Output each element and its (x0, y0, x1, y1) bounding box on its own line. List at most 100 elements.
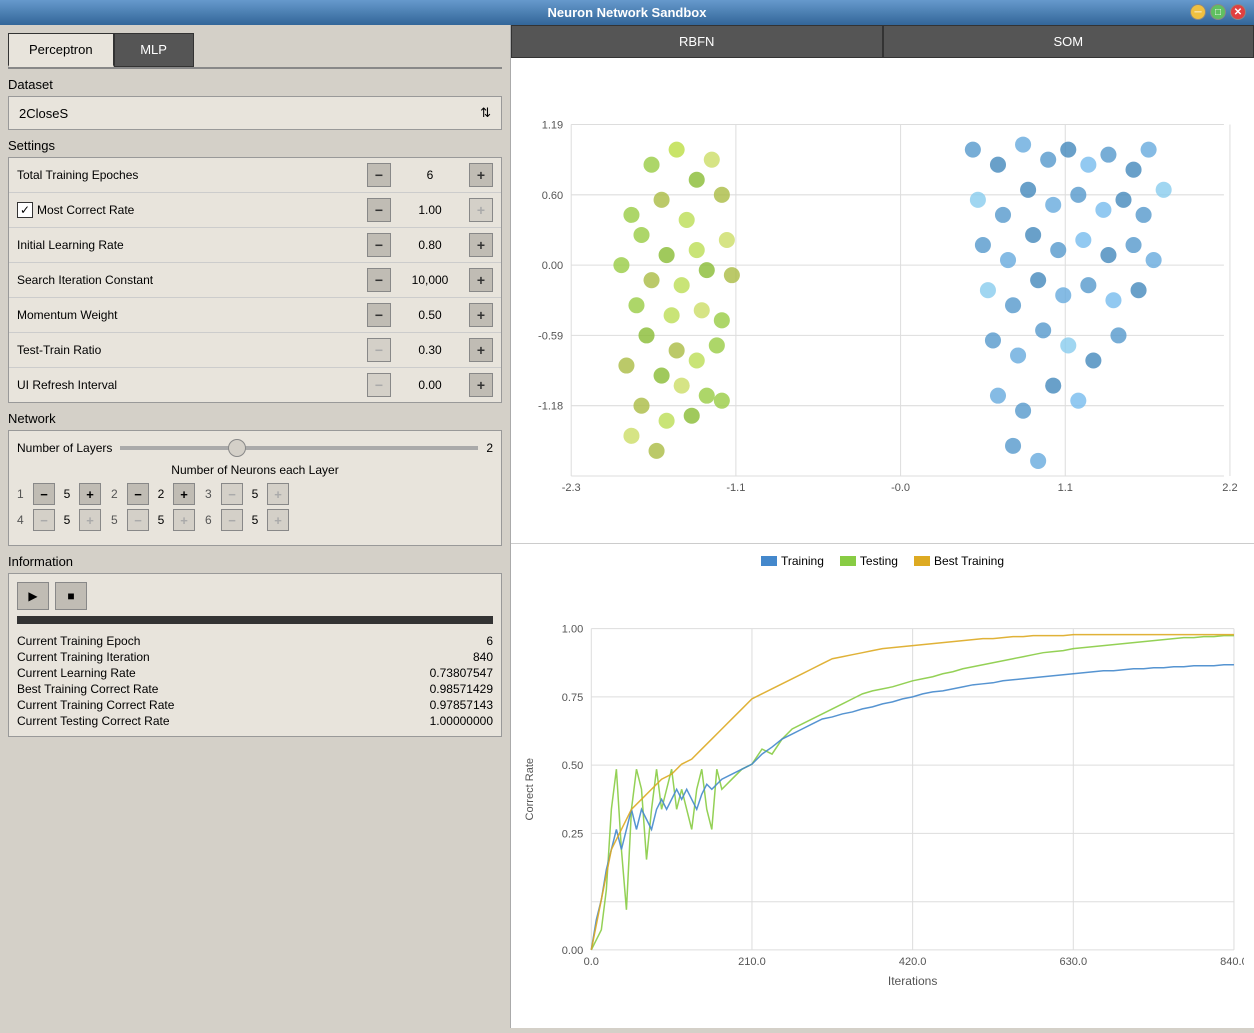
neuron-2-2-minus[interactable]: − (127, 509, 149, 531)
maximize-button[interactable]: □ (1210, 4, 1226, 20)
svg-text:1.1: 1.1 (1058, 482, 1073, 494)
legend-testing-label: Testing (860, 554, 898, 568)
tab-mlp[interactable]: MLP (114, 33, 194, 67)
scatter-chart: 1.19 0.60 0.00 -0.59 -1.18 -2.3 -1.1 -0.… (521, 68, 1244, 533)
line-panel: Training Testing Best Training (511, 544, 1254, 1029)
search-iteration-value: 10,000 (395, 273, 465, 287)
stat-label-best-training: Best Training Correct Rate (17, 682, 426, 696)
layers-slider-row: Number of Layers 2 (17, 441, 493, 455)
ui-refresh-plus-button[interactable]: + (469, 373, 493, 397)
neuron-2-2-plus[interactable]: + (173, 509, 195, 531)
neuron-group-1-2: − 2 + (127, 483, 195, 505)
neuron-1-1-plus[interactable]: + (79, 483, 101, 505)
neuron-1-2-plus[interactable]: + (173, 483, 195, 505)
stat-value-current-training: 0.97857143 (430, 698, 493, 712)
svg-text:630.0: 630.0 (1059, 955, 1087, 967)
neuron-2-1-minus[interactable]: − (33, 509, 55, 531)
neuron-1-2-minus[interactable]: − (127, 483, 149, 505)
svg-text:Correct Rate: Correct Rate (524, 757, 536, 820)
setting-label-correct-rate: ✓ Most Correct Rate (17, 202, 367, 218)
settings-box: Total Training Epoches − 6 + ✓ Most Corr… (8, 157, 502, 403)
neuron-2-3-minus[interactable]: − (221, 509, 243, 531)
momentum-minus-button[interactable]: − (367, 303, 391, 327)
setting-row-momentum: Momentum Weight − 0.50 + (9, 298, 501, 333)
neuron-1-3-minus[interactable]: − (221, 483, 243, 505)
title-bar: Neuron Network Sandbox ─ □ ✕ (0, 0, 1254, 25)
legend-testing: Testing (840, 554, 898, 568)
stop-button[interactable]: ■ (55, 582, 87, 610)
setting-label-epoches: Total Training Epoches (17, 168, 367, 182)
neuron-group-2-3: − 5 + (221, 509, 289, 531)
search-iteration-plus-button[interactable]: + (469, 268, 493, 292)
dataset-section-label: Dataset (8, 77, 502, 92)
search-iteration-minus-button[interactable]: − (367, 268, 391, 292)
correct-rate-minus-button[interactable]: − (367, 198, 391, 222)
epoches-plus-button[interactable]: + (469, 163, 493, 187)
playback-controls: ▶ ■ (17, 582, 493, 610)
tab-perceptron[interactable]: Perceptron (8, 33, 114, 67)
tab-rbfn[interactable]: RBFN (511, 25, 883, 58)
momentum-value: 0.50 (395, 308, 465, 322)
stat-value-learning-rate: 0.73807547 (430, 666, 493, 680)
checkbox-wrapper: ✓ Most Correct Rate (17, 202, 134, 218)
left-panel: Perceptron MLP Dataset 2CloseS ⇅ Setting… (0, 25, 510, 1028)
stat-value-epoch: 6 (430, 634, 493, 648)
close-button[interactable]: ✕ (1230, 4, 1246, 20)
svg-text:1.00: 1.00 (562, 623, 583, 635)
stat-label-current-training: Current Training Correct Rate (17, 698, 426, 712)
stat-label-epoch: Current Training Epoch (17, 634, 426, 648)
learning-rate-plus-button[interactable]: + (469, 233, 493, 257)
tab-som[interactable]: SOM (883, 25, 1254, 58)
epoches-minus-button[interactable]: − (367, 163, 391, 187)
stat-value-current-testing: 1.00000000 (430, 714, 493, 728)
setting-row-ui-refresh: UI Refresh Interval − 0.00 + (9, 368, 501, 402)
network-box: Number of Layers 2 Number of Neurons eac… (8, 430, 502, 546)
info-stats: Current Training Epoch 6 Current Trainin… (17, 634, 493, 728)
neuron-1-2-count: 2 (151, 487, 171, 501)
layers-slider[interactable] (120, 446, 478, 450)
row-num-2: 2 (111, 487, 123, 501)
minimize-button[interactable]: ─ (1190, 4, 1206, 20)
neuron-2-3-plus[interactable]: + (267, 509, 289, 531)
stat-label-iteration: Current Training Iteration (17, 650, 426, 664)
setting-row-epoches: Total Training Epoches − 6 + (9, 158, 501, 193)
ui-refresh-minus-button[interactable]: − (367, 373, 391, 397)
test-train-plus-button[interactable]: + (469, 338, 493, 362)
dropdown-arrow-icon: ⇅ (480, 105, 491, 121)
neuron-1-3-plus[interactable]: + (267, 483, 289, 505)
test-train-minus-button[interactable]: − (367, 338, 391, 362)
epoches-value: 6 (395, 168, 465, 182)
legend-training-label: Training (781, 554, 824, 568)
setting-row-correct-rate: ✓ Most Correct Rate − 1.00 + (9, 193, 501, 228)
right-top-tabs: RBFN SOM (511, 25, 1254, 58)
legend-best-training: Best Training (914, 554, 1004, 568)
layers-value: 2 (486, 441, 493, 455)
neuron-2-3-count: 5 (245, 513, 265, 527)
learning-rate-minus-button[interactable]: − (367, 233, 391, 257)
main-content: Perceptron MLP Dataset 2CloseS ⇅ Setting… (0, 25, 1254, 1028)
svg-text:-1.1: -1.1 (726, 482, 745, 494)
svg-text:0.0: 0.0 (584, 955, 599, 967)
svg-text:-2.3: -2.3 (562, 482, 581, 494)
progress-bar-container (17, 616, 493, 624)
play-button[interactable]: ▶ (17, 582, 49, 610)
legend-best-training-label: Best Training (934, 554, 1004, 568)
most-correct-rate-checkbox[interactable]: ✓ (17, 202, 33, 218)
stat-value-iteration: 840 (430, 650, 493, 664)
neuron-group-1-3: − 5 + (221, 483, 289, 505)
neuron-2-1-plus[interactable]: + (79, 509, 101, 531)
information-box: ▶ ■ Current Training Epoch 6 Current Tra… (8, 573, 502, 737)
svg-text:Iterations: Iterations (888, 974, 938, 988)
row-num-5: 5 (111, 513, 123, 527)
neuron-1-1-minus[interactable]: − (33, 483, 55, 505)
tab-bar-left: Perceptron MLP (8, 33, 502, 69)
scatter-panel: 1.19 0.60 0.00 -0.59 -1.18 -2.3 -1.1 -0.… (511, 58, 1254, 544)
momentum-plus-button[interactable]: + (469, 303, 493, 327)
dataset-dropdown[interactable]: 2CloseS ⇅ (8, 96, 502, 130)
correct-rate-plus-button[interactable]: + (469, 198, 493, 222)
neurons-row-1: 1 − 5 + 2 − 2 + 3 − 5 + (17, 483, 493, 505)
progress-bar-fill (17, 616, 493, 624)
neurons-label: Number of Neurons each Layer (17, 463, 493, 477)
neuron-group-2-1: − 5 + (33, 509, 101, 531)
layers-slider-thumb[interactable] (228, 439, 246, 457)
